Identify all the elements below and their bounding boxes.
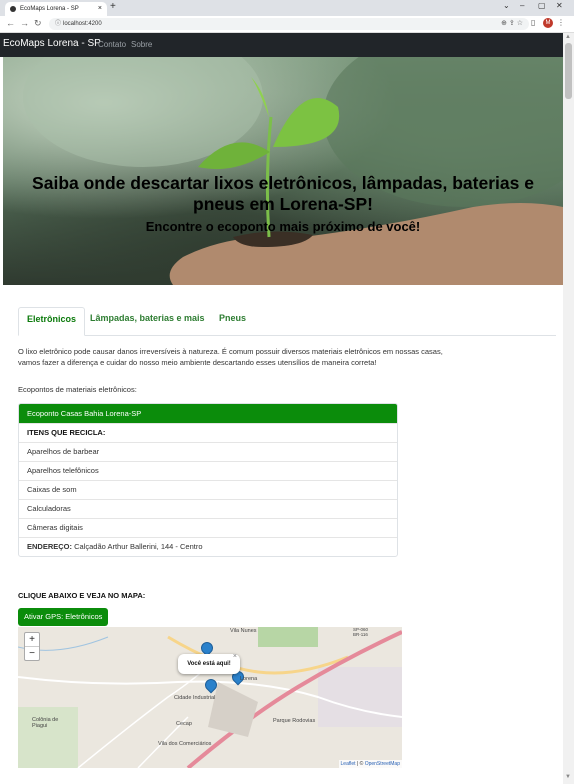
site-info-icon[interactable]: ⓘ (55, 18, 61, 30)
category-description: O lixo eletrônico pode causar danos irre… (18, 347, 443, 367)
hero-subtitle: Encontre o ecoponto mais próximo de você… (145, 219, 421, 234)
map-label: Lorena (240, 676, 258, 682)
list-item: Aparelhos de barbear (19, 442, 397, 461)
tab-search-icon[interactable]: ⌄ (503, 1, 510, 10)
list-item: Calculadoras (19, 499, 397, 518)
map-label: Cecap (176, 721, 192, 727)
category-tabs: Eletrônicos Lâmpadas, baterias e mais Pn… (18, 307, 556, 336)
map-label: Parque Rodovias (273, 718, 316, 724)
scroll-down-icon[interactable]: ▼ (565, 774, 571, 780)
zoom-control: + − (24, 632, 40, 661)
map-label: Cidade Industrial (174, 695, 216, 701)
page-scrollbar[interactable]: ▲ ▼ (563, 33, 574, 784)
site-navbar: EcoMaps Lorena - SP Contato Sobre (0, 33, 563, 57)
list-item: Aparelhos telefônicos (19, 461, 397, 480)
address-label: ENDEREÇO: (27, 542, 73, 551)
map-view[interactable]: + − Você está aqui! × Vila Nunes Lorena … (18, 627, 402, 768)
leaflet-link[interactable]: Leaflet (341, 761, 356, 767)
location-popup: Você está aqui! × (178, 653, 240, 674)
zoom-in-button[interactable]: + (25, 633, 39, 646)
profile-avatar[interactable]: M (543, 18, 553, 28)
tab-eletronicos[interactable]: Eletrônicos (18, 307, 86, 336)
tab-close-icon[interactable]: × (98, 2, 102, 16)
gps-button[interactable]: Ativar GPS: Eletrônicos (18, 608, 109, 626)
browser-toolbar: ← → ↻ ⓘ localhost:4200 ⊕ ⇪ ☆ ▯ ⋮ (0, 16, 574, 33)
minimize-button[interactable]: – (520, 1, 524, 10)
tab-pneus[interactable]: Pneus (211, 307, 254, 335)
map-label: Colônia de Piagui (32, 717, 59, 729)
site-brand[interactable]: EcoMaps Lorena - SP (3, 38, 101, 49)
browser-tabstrip: EcoMaps Lorena - SP × + ⌄ – ▢ ✕ (0, 0, 574, 16)
items-heading: ITENS QUE RECICLA: (19, 423, 397, 442)
ecopoint-name: Ecoponto Casas Bahia Lorena-SP (19, 404, 397, 423)
map-heading: CLIQUE ABAIXO E VEJA NO MAPA: (18, 591, 146, 600)
tab-lampadas[interactable]: Lâmpadas, baterias e mais (82, 307, 213, 335)
hero-plant-image (23, 57, 563, 285)
favicon-icon (10, 6, 16, 12)
browser-tab[interactable]: EcoMaps Lorena - SP × (5, 2, 107, 16)
map-label: SP-060 BR-116 (353, 627, 369, 637)
popup-text: Você está aqui! (187, 661, 231, 667)
forward-icon[interactable]: → (20, 18, 29, 28)
popup-close-icon[interactable]: × (233, 647, 237, 667)
ecopoints-heading: Ecopontos de materiais eletrônicos: (18, 385, 137, 394)
maximize-button[interactable]: ▢ (538, 1, 546, 10)
reload-icon[interactable]: ↻ (34, 18, 42, 29)
zoom-out-button[interactable]: − (25, 646, 39, 660)
map-label: Vila dos Comerciários (158, 741, 212, 747)
back-icon[interactable]: ← (6, 18, 15, 28)
scroll-up-icon[interactable]: ▲ (565, 34, 571, 40)
map-label: Vila Nunes (230, 628, 257, 634)
browser-menu-icon[interactable]: ⋮ (557, 18, 565, 27)
address-value: Calçadão Arthur Ballerini, 144 - Centro (74, 542, 203, 551)
address-row: ENDEREÇO: Calçadão Arthur Ballerini, 144… (19, 537, 397, 556)
hero-title: Saiba onde descartar lixos eletrônicos, … (32, 173, 534, 214)
omnibox-actions-icon[interactable]: ⊕ ⇪ ☆ (501, 18, 523, 30)
list-item: Caixas de som (19, 480, 397, 499)
ecopoint-card: Ecoponto Casas Bahia Lorena-SP ITENS QUE… (18, 403, 398, 557)
new-tab-button[interactable]: + (110, 1, 116, 12)
nav-link-contato[interactable]: Contato (98, 40, 126, 49)
attribution-separator: | © (355, 761, 365, 767)
osm-link[interactable]: OpenStreetMap (365, 761, 400, 767)
address-bar[interactable]: ⓘ localhost:4200 ⊕ ⇪ ☆ (49, 18, 529, 30)
hero-banner: Saiba onde descartar lixos eletrônicos, … (3, 57, 563, 285)
scroll-thumb[interactable] (565, 43, 572, 99)
close-window-button[interactable]: ✕ (556, 1, 563, 10)
map-attribution: Leaflet | © OpenStreetMap (338, 760, 402, 768)
url-text: localhost:4200 (63, 21, 102, 27)
sidepanel-icon[interactable]: ▯ (531, 18, 535, 27)
tab-title: EcoMaps Lorena - SP (20, 6, 79, 12)
nav-link-sobre[interactable]: Sobre (131, 40, 152, 49)
list-item: Câmeras digitais (19, 518, 397, 537)
